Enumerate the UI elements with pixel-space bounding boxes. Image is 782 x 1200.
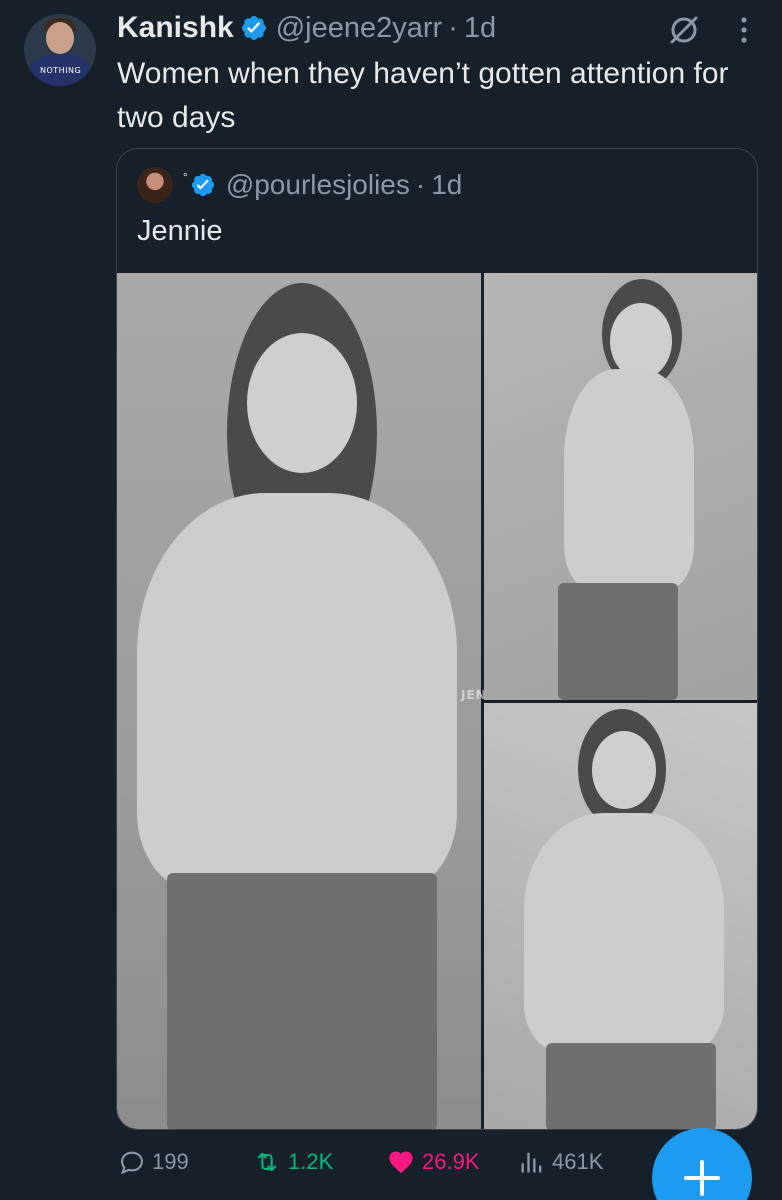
tweet-header: Kanishk @jeene2yarr · 1d [117, 6, 496, 50]
heart-icon [389, 1151, 413, 1174]
photo-grid: JENFI LESX [117, 273, 757, 1129]
views-icon [521, 1152, 542, 1173]
photo-main[interactable] [117, 273, 481, 1129]
views-count: 461K [552, 1149, 604, 1174]
grok-icon[interactable] [668, 14, 700, 46]
author-handle[interactable]: @jeene2yarr [276, 12, 442, 45]
verified-badge-icon [191, 173, 214, 197]
tweet-text: Women when they haven’t gotten attention… [117, 57, 729, 134]
tweet: NOTHING Kanishk @jeene2yarr · 1d Women w… [0, 0, 782, 1200]
like-count: 26.9K [422, 1149, 480, 1174]
photo-bottom-right[interactable] [484, 703, 757, 1129]
like-button[interactable]: 26.9K [386, 1148, 480, 1176]
quoted-text: Jennie [137, 215, 223, 247]
author-avatar[interactable]: NOTHING [24, 14, 96, 86]
reply-button[interactable]: 199 [118, 1148, 189, 1176]
figure-jeans [546, 1043, 716, 1129]
more-vertical-icon[interactable] [738, 14, 750, 46]
quoted-handle[interactable]: @pourlesjolies [226, 169, 410, 201]
plus-icon [684, 1160, 720, 1196]
photo-top-right[interactable] [484, 273, 757, 700]
separator-dot: · [415, 169, 426, 200]
retweet-icon [257, 1152, 277, 1172]
quoted-tweet[interactable]: ° @pourlesjolies · 1d Jennie JENFI LESX [116, 148, 758, 1130]
quoted-avatar[interactable] [137, 167, 173, 203]
separator-dot: · [448, 11, 458, 44]
quoted-name-mark: ° [183, 170, 188, 184]
figure-body [564, 369, 694, 589]
figure-jeans [167, 873, 437, 1129]
figure-face [592, 731, 656, 809]
retweet-button[interactable]: 1.2K [252, 1148, 333, 1176]
figure-face [247, 333, 357, 473]
author-name[interactable]: Kanishk [117, 11, 234, 45]
figure-jeans [558, 583, 678, 700]
figure-body [524, 813, 724, 1053]
figure-body [137, 493, 457, 893]
retweet-count: 1.2K [288, 1149, 334, 1174]
quoted-header: ° @pourlesjolies · 1d [137, 167, 462, 203]
quoted-time: 1d [431, 169, 463, 200]
avatar-shirt-text: NOTHING [40, 66, 82, 75]
verified-badge-icon [241, 16, 266, 40]
tweet-time[interactable]: 1d [464, 12, 496, 45]
figure-face [610, 303, 672, 379]
reply-icon [120, 1151, 143, 1175]
avatar-face [46, 22, 74, 54]
views-button[interactable]: 461K [518, 1148, 603, 1176]
action-bar: 199 1.2K 26.9K 461K [118, 1148, 718, 1188]
reply-count: 199 [152, 1149, 189, 1174]
compose-button[interactable] [652, 1128, 752, 1200]
